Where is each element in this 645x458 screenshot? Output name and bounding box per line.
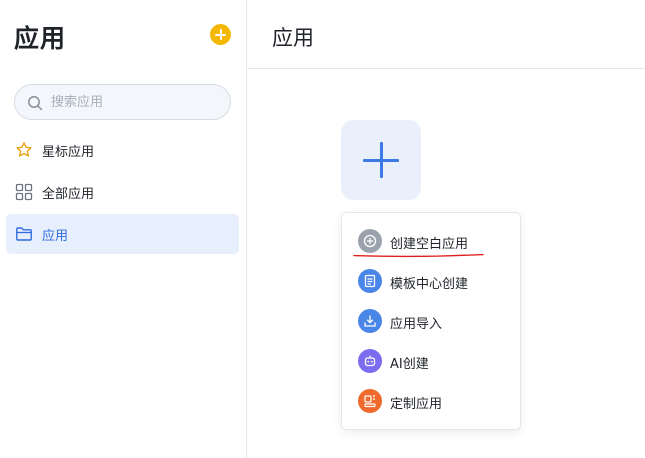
menu-item-import-app[interactable]: 应用导入: [342, 301, 520, 341]
menu-item-label: 应用导入: [390, 317, 443, 332]
menu-item-template-center[interactable]: 模板中心创建: [342, 261, 520, 301]
import-icon: [358, 309, 382, 333]
sidebar-item-label: 星标应用: [42, 145, 95, 160]
page-title: 应用: [272, 26, 314, 50]
custom-icon: [358, 389, 382, 413]
annotation-underline: [353, 253, 484, 258]
menu-item-label: AI创建: [390, 357, 429, 372]
sidebar-item-apps[interactable]: 应用: [6, 214, 239, 254]
plus-circle-icon: [358, 229, 382, 253]
sidebar-title: 应用: [14, 24, 67, 53]
search-input[interactable]: [51, 85, 221, 119]
sidebar-item-label: 全部应用: [42, 187, 95, 202]
sidebar-item-label: 应用: [42, 229, 69, 244]
menu-item-ai-create[interactable]: AI创建: [342, 341, 520, 381]
create-menu: 创建空白应用 模板中心创建 应用导入 AI创建 定制应用: [341, 212, 521, 430]
sidebar: 应用 星标应用 全部应用 应用: [0, 0, 247, 458]
menu-item-label: 模板中心创建: [390, 277, 469, 292]
create-app-tile[interactable]: [341, 120, 421, 200]
document-icon: [358, 269, 382, 293]
grid-icon: [15, 183, 33, 201]
robot-icon: [358, 349, 382, 373]
menu-item-label: 定制应用: [390, 397, 443, 412]
star-icon: [16, 142, 32, 157]
folder-icon: [16, 227, 32, 241]
add-app-button[interactable]: [210, 24, 231, 45]
menu-item-custom-app[interactable]: 定制应用: [342, 381, 520, 421]
search-box[interactable]: [14, 84, 231, 120]
header-divider: [248, 68, 645, 69]
menu-item-label: 创建空白应用: [390, 237, 469, 252]
search-icon: [28, 96, 43, 111]
sidebar-item-starred[interactable]: 星标应用: [6, 130, 239, 170]
sidebar-item-all-apps[interactable]: 全部应用: [6, 172, 239, 212]
